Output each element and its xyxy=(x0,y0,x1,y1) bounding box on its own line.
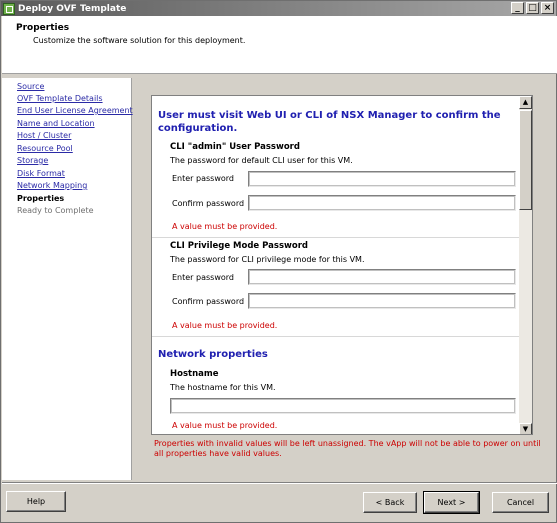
nav-item-ready-to-complete: Ready to Complete xyxy=(17,206,94,215)
wizard-header: Properties Customize the software soluti… xyxy=(2,16,557,74)
cli-admin-password-title: CLI "admin" User Password xyxy=(170,142,300,152)
nav-item-name-location[interactable]: Name and Location xyxy=(17,119,95,129)
hostname-title: Hostname xyxy=(170,369,219,379)
scroll-down-icon[interactable]: ▼ xyxy=(519,423,532,434)
nav-item-ovf-template-details[interactable]: OVF Template Details xyxy=(17,94,103,104)
divider xyxy=(2,483,557,484)
cli-admin-error: A value must be provided. xyxy=(172,222,278,231)
cli-admin-confirm-label: Confirm password xyxy=(172,199,245,208)
page-title: Properties xyxy=(16,23,70,33)
nav-item-resource-pool[interactable]: Resource Pool xyxy=(17,144,73,154)
nav-item-source[interactable]: Source xyxy=(17,82,44,92)
nav-item-disk-format[interactable]: Disk Format xyxy=(17,169,65,179)
back-button[interactable]: < Back xyxy=(363,492,417,513)
cli-admin-confirm-input[interactable] xyxy=(248,195,516,211)
divider xyxy=(152,237,520,238)
cli-privilege-error: A value must be provided. xyxy=(172,321,278,330)
properties-content: User must visit Web UI or CLI of NSX Man… xyxy=(152,96,520,434)
divider xyxy=(152,336,520,337)
network-properties-heading: Network properties xyxy=(158,349,268,360)
help-button[interactable]: Help xyxy=(6,491,66,512)
cli-privilege-enter-label: Enter password xyxy=(172,273,234,282)
minimize-button[interactable]: _ xyxy=(511,2,524,14)
scroll-up-icon[interactable]: ▲ xyxy=(519,96,532,109)
maximize-button[interactable]: □ xyxy=(526,2,539,14)
cli-admin-password-desc: The password for default CLI user for th… xyxy=(170,156,353,165)
scroll-thumb[interactable] xyxy=(519,110,532,210)
properties-scroll-area[interactable]: User must visit Web UI or CLI of NSX Man… xyxy=(151,95,533,435)
confirm-config-heading: User must visit Web UI or CLI of NSX Man… xyxy=(158,110,501,134)
deploy-ovf-window: Deploy OVF Template _ □ × Properties Cus… xyxy=(0,0,557,523)
cancel-button[interactable]: Cancel xyxy=(492,492,549,513)
cli-privilege-password-desc: The password for CLI privilege mode for … xyxy=(170,255,365,264)
main-panel: User must visit Web UI or CLI of NSX Man… xyxy=(137,78,553,480)
next-button[interactable]: Next > xyxy=(423,491,480,514)
nav-item-storage[interactable]: Storage xyxy=(17,156,48,166)
title-bar[interactable]: Deploy OVF Template _ □ × xyxy=(1,1,556,16)
cli-admin-password-input[interactable] xyxy=(248,171,516,187)
nav-item-network-mapping[interactable]: Network Mapping xyxy=(17,181,87,191)
window-title: Deploy OVF Template xyxy=(18,3,127,14)
wizard-steps-nav: Source OVF Template Details End User Lic… xyxy=(2,78,133,480)
cli-admin-enter-label: Enter password xyxy=(172,174,234,183)
cli-privilege-confirm-label: Confirm password xyxy=(172,297,245,306)
nav-item-properties: Properties xyxy=(17,194,65,203)
hostname-error: A value must be provided. xyxy=(172,421,278,430)
hostname-input[interactable] xyxy=(170,398,516,414)
nav-item-eula[interactable]: End User License Agreement xyxy=(17,106,133,116)
invalid-values-warning: Properties with invalid values will be l… xyxy=(154,439,541,458)
app-icon xyxy=(3,2,15,15)
hostname-desc: The hostname for this VM. xyxy=(170,383,276,392)
vertical-scrollbar[interactable]: ▲ ▼ xyxy=(519,96,532,434)
nav-item-host-cluster[interactable]: Host / Cluster xyxy=(17,131,71,141)
cli-privilege-password-title: CLI Privilege Mode Password xyxy=(170,241,308,251)
cli-privilege-password-input[interactable] xyxy=(248,269,516,285)
close-button[interactable]: × xyxy=(541,2,554,14)
page-subtitle: Customize the software solution for this… xyxy=(33,36,246,45)
cli-privilege-confirm-input[interactable] xyxy=(248,293,516,309)
